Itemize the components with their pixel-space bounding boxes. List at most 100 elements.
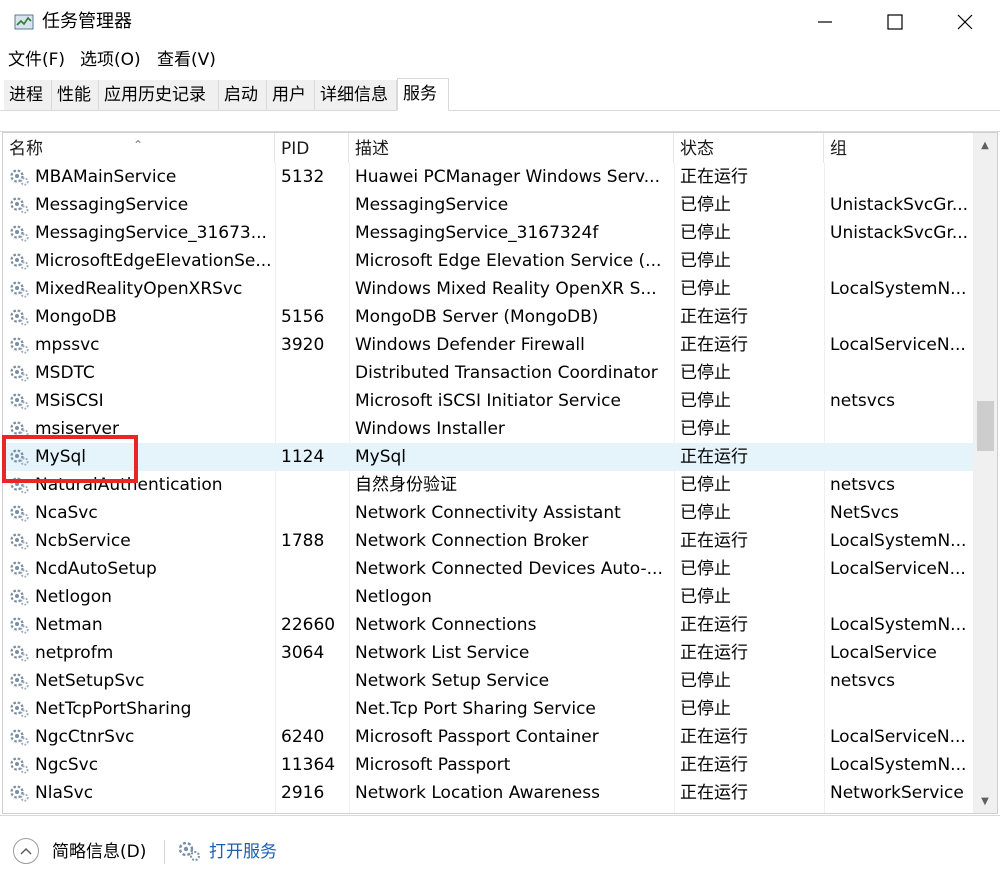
cell-status: 已停止: [680, 699, 731, 719]
table-row[interactable]: NaturalAuthentication 自然身份验证 已停止 netsvcs: [3, 471, 973, 499]
cell-status: 已停止: [680, 671, 731, 691]
table-row[interactable]: NetSetupSvc Network Setup Service 已停止 netsv…: [3, 667, 973, 695]
cell-pid: 1124: [281, 447, 325, 467]
cell-description: MongoDB Server (MongoDB): [355, 307, 599, 327]
service-gear-icon: [10, 505, 29, 522]
cell-name: NetTcpPortSharing: [35, 699, 192, 719]
mysql-highlight-box: [2, 435, 138, 483]
cell-description: Windows Installer: [355, 419, 505, 439]
cell-status: 已停止: [680, 503, 731, 523]
table-row[interactable]: NgcSvc 11364 Microsoft Passport 正在运行 LocalSy…: [3, 751, 973, 779]
table-row[interactable]: NcaSvc Network Connectivity Assistant 已停止 N…: [3, 499, 973, 527]
fewer-details-link[interactable]: 简略信息(D): [52, 840, 146, 864]
table-header: 名称 ⌃ PID 描述 状态 组: [3, 133, 973, 163]
cell-pid: 3920: [281, 335, 325, 355]
table-row[interactable]: mpssvc 3920 Windows Defender Firewall 正在运行 L…: [3, 331, 973, 359]
cell-pid: [281, 219, 347, 247]
column-header-name[interactable]: 名称 ⌃: [3, 133, 275, 163]
service-gear-icon: [10, 253, 29, 270]
cell-status: 正在运行: [680, 167, 748, 187]
cell-description: MySql: [355, 447, 407, 467]
cell-name: NlaSvc: [35, 783, 94, 803]
cell-status: 正在运行: [680, 727, 748, 747]
table-row[interactable]: MongoDB 5156 MongoDB Server (MongoDB) 正在运行: [3, 303, 973, 331]
cell-pid: 11364: [281, 755, 336, 775]
tab-performance[interactable]: 性能: [52, 80, 99, 110]
scroll-down-icon[interactable]: ▼: [973, 789, 997, 813]
footer-bar: 简略信息(D) 打开服务: [0, 815, 1000, 891]
cell-description: MessagingService_3167324f: [355, 223, 599, 243]
table-row[interactable]: NcbService 1788 Network Connection Broker 正…: [3, 527, 973, 555]
footer-divider: [164, 840, 165, 864]
vertical-scrollbar[interactable]: ▲ ▼: [973, 133, 997, 813]
cell-group: [830, 443, 970, 471]
table-row[interactable]: MessagingService_31673... MessagingServic…: [3, 219, 973, 247]
table-row[interactable]: MySql 1124 MySql 正在运行: [3, 443, 973, 471]
cell-description: Network Connectivity Assistant: [355, 503, 621, 523]
table-row[interactable]: Netman 22660 Network Connections 正在运行 LocalS…: [3, 611, 973, 639]
cell-description: Windows Defender Firewall: [355, 335, 585, 355]
cell-pid: [281, 415, 347, 443]
cell-name: Netlogon: [35, 587, 112, 607]
maximize-button[interactable]: [860, 0, 930, 44]
service-gear-icon: [10, 393, 29, 410]
cell-group: UnistackSvcGr...: [830, 223, 969, 243]
cell-name: MBAMainService: [35, 167, 177, 187]
table-row[interactable]: Netlogon Netlogon 已停止: [3, 583, 973, 611]
service-gear-icon: [10, 337, 29, 354]
table-row[interactable]: MSiSCSI Microsoft iSCSI Initiator Service…: [3, 387, 973, 415]
tab-users[interactable]: 用户: [267, 80, 315, 110]
cell-description: Net.Tcp Port Sharing Service: [355, 699, 596, 719]
menu-view[interactable]: 查看(V): [157, 46, 216, 74]
column-header-group[interactable]: 组: [824, 133, 973, 163]
table-row[interactable]: netprofm 3064 Network List Service 正在运行 Loca…: [3, 639, 973, 667]
table-row[interactable]: MixedRealityOpenXRSvc Windows Mixed Reali…: [3, 275, 973, 303]
cell-status: 正在运行: [680, 335, 748, 355]
close-button[interactable]: [930, 0, 1000, 44]
chevron-up-icon: [20, 848, 32, 855]
table-row[interactable]: NlaSvc 2916 Network Location Awareness 正在运行…: [3, 779, 973, 807]
cell-status: 正在运行: [680, 783, 748, 803]
table-row[interactable]: NetTcpPortSharing Net.Tcp Port Sharing Se…: [3, 695, 973, 723]
menu-file[interactable]: 文件(F): [8, 46, 65, 74]
cell-group: LocalServiceN...: [830, 335, 966, 355]
cell-status: 已停止: [680, 587, 731, 607]
cell-status: 正在运行: [680, 531, 748, 551]
cell-group: netsvcs: [830, 391, 896, 411]
cell-name: Netman: [35, 615, 103, 635]
scroll-thumb[interactable]: [977, 401, 994, 451]
cell-group: LocalServiceN...: [830, 727, 966, 747]
service-gear-icon: [10, 729, 29, 746]
scroll-up-icon[interactable]: ▲: [973, 133, 997, 157]
minimize-button[interactable]: [790, 0, 860, 44]
table-row[interactable]: msiserver Windows Installer 已停止: [3, 415, 973, 443]
tab-app-history[interactable]: 应用历史记录: [99, 80, 219, 110]
tab-startup[interactable]: 启动: [219, 80, 267, 110]
cell-status: 正在运行: [680, 755, 748, 775]
table-row[interactable]: MBAMainService 5132 Huawei PCManager Windo…: [3, 163, 973, 191]
table-row[interactable]: MicrosoftEdgeElevationSe... Microsoft Edg…: [3, 247, 973, 275]
column-header-pid[interactable]: PID: [275, 133, 349, 163]
cell-pid: 1788: [281, 531, 325, 551]
menu-options[interactable]: 选项(O): [80, 46, 141, 74]
cell-name: NcbService: [35, 531, 131, 551]
column-header-status[interactable]: 状态: [674, 133, 824, 163]
service-gear-icon: [10, 785, 29, 802]
cell-pid: [281, 191, 347, 219]
cell-name: NcdAutoSetup: [35, 559, 157, 579]
window-title: 任务管理器: [42, 11, 132, 32]
tab-processes[interactable]: 进程: [4, 80, 52, 110]
sort-ascending-icon: ⌃: [133, 138, 144, 152]
tab-details[interactable]: 详细信息: [315, 80, 397, 110]
table-row[interactable]: NgcCtnrSvc 6240 Microsoft Passport Contain…: [3, 723, 973, 751]
cell-name: netprofm: [35, 643, 114, 663]
column-header-description[interactable]: 描述: [349, 133, 674, 163]
table-row[interactable]: MessagingService MessagingService 已停止 Unist…: [3, 191, 973, 219]
open-services-link[interactable]: 打开服务: [209, 840, 277, 864]
cell-pid: [281, 499, 347, 527]
table-row[interactable]: NcdAutoSetup Network Connected Devices Au…: [3, 555, 973, 583]
table-row[interactable]: MSDTC Distributed Transaction Coordinator…: [3, 359, 973, 387]
collapse-details-button[interactable]: [13, 838, 39, 864]
tab-services[interactable]: 服务: [397, 78, 449, 111]
cell-pid: 22660: [281, 615, 336, 635]
